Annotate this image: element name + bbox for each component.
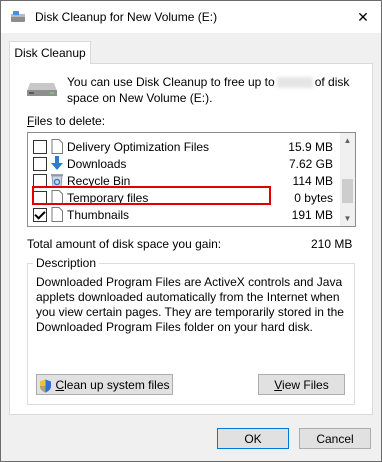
description-legend: Description — [33, 256, 100, 270]
item-size: 114 MB — [292, 174, 333, 188]
list-item[interactable]: Thumbnails 191 MB — [28, 206, 339, 223]
total-gain-value: 210 MB — [311, 237, 353, 251]
view-files-button[interactable]: View Files — [258, 374, 345, 395]
title-bar: Disk Cleanup for New Volume (E:) ✕ — [1, 1, 381, 33]
item-name: Downloads — [67, 157, 127, 171]
description-text: Downloaded Program Files are ActiveX con… — [36, 275, 344, 334]
item-size: 15.9 MB — [288, 140, 333, 154]
disk-cleanup-app-icon — [11, 11, 25, 22]
clean-up-system-files-button[interactable]: Clean up system files — [36, 374, 173, 395]
scroll-down-arrow-icon[interactable]: ▼ — [340, 211, 355, 226]
total-gain-label: Total amount of disk space you gain: — [27, 237, 222, 251]
tab-disk-cleanup[interactable]: Disk Cleanup — [9, 41, 91, 64]
list-scrollbar[interactable]: ▲ ▼ — [340, 133, 355, 226]
list-item[interactable]: Delivery Optimization Files 15.9 MB — [28, 138, 339, 155]
close-icon[interactable]: ✕ — [345, 1, 381, 33]
blank-file-icon — [51, 207, 63, 222]
checkbox[interactable] — [33, 208, 47, 222]
scrollbar-thumb[interactable] — [342, 179, 353, 203]
uac-shield-icon — [40, 379, 52, 393]
item-size: 0 bytes — [294, 191, 333, 205]
disk-cleanup-window: Disk Cleanup for New Volume (E:) ✕ Disk … — [0, 0, 382, 462]
highlight-box — [32, 186, 271, 205]
files-to-delete-list[interactable]: Delivery Optimization Files 15.9 MB Down… — [27, 132, 356, 227]
item-name: Thumbnails — [67, 208, 130, 222]
files-to-delete-label: Files to delete: — [27, 114, 106, 128]
window-title: Disk Cleanup for New Volume (E:) — [35, 10, 218, 24]
item-name: Delivery Optimization Files — [67, 140, 210, 154]
drive-icon — [27, 83, 57, 96]
item-size: 191 MB — [291, 208, 333, 222]
intro-text: You can use Disk Cleanup to free up to of… — [67, 75, 350, 105]
scroll-up-arrow-icon[interactable]: ▲ — [340, 133, 355, 148]
list-item[interactable]: Downloads 7.62 GB — [28, 155, 339, 172]
cancel-button[interactable]: Cancel — [299, 428, 371, 449]
download-arrow-icon — [51, 156, 63, 170]
checkbox[interactable] — [33, 140, 47, 154]
blank-file-icon — [51, 139, 63, 154]
item-size: 7.62 GB — [288, 157, 333, 171]
redacted-amount — [276, 77, 313, 89]
checkbox[interactable] — [33, 157, 47, 171]
ok-button[interactable]: OK — [217, 428, 289, 449]
